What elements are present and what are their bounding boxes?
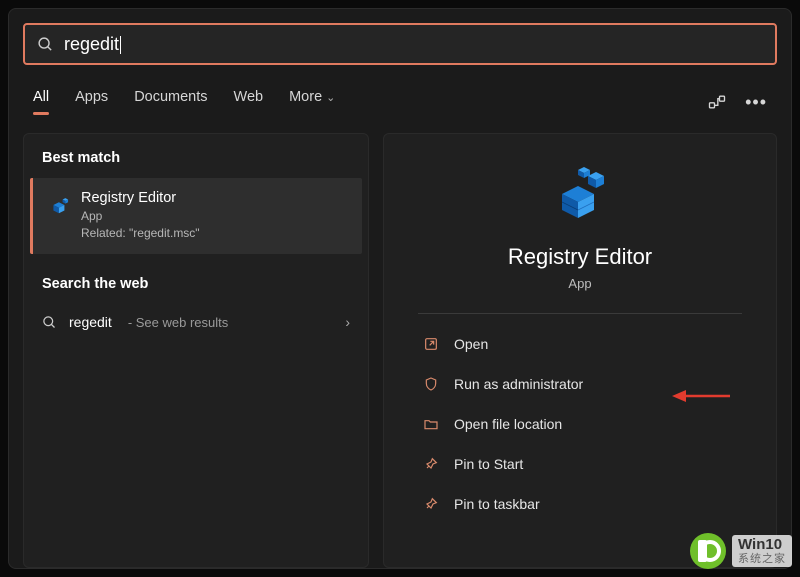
action-pin-start-label: Pin to Start	[454, 456, 523, 472]
chevron-right-icon: ›	[345, 314, 350, 330]
best-match-related: Related: "regedit.msc"	[81, 226, 200, 240]
action-pin-taskbar-label: Pin to taskbar	[454, 496, 540, 512]
divider	[418, 313, 742, 314]
search-web-heading: Search the web	[24, 254, 368, 304]
action-open-loc-label: Open file location	[454, 416, 562, 432]
best-match-subtitle: App	[81, 209, 200, 223]
preview-panel: Registry Editor App Open Run as administ…	[383, 133, 777, 568]
shield-icon	[422, 375, 440, 393]
action-run-admin-label: Run as administrator	[454, 376, 583, 392]
pin-icon	[422, 455, 440, 473]
action-open-label: Open	[454, 336, 488, 352]
action-open[interactable]: Open	[418, 326, 742, 362]
tab-all[interactable]: All	[33, 89, 49, 115]
tab-documents[interactable]: Documents	[134, 89, 207, 115]
start-search-panel: regedit All Apps Documents Web More ⌄ •••…	[8, 8, 792, 569]
tabs-tools: •••	[707, 92, 767, 113]
tab-all-label: All	[33, 89, 49, 105]
tab-apps[interactable]: Apps	[75, 89, 108, 115]
watermark-text: Win10 系统之家	[732, 535, 792, 568]
chevron-down-icon: ⌄	[326, 92, 335, 104]
best-match-item[interactable]: Registry Editor App Related: "regedit.ms…	[30, 178, 362, 254]
watermark-line1: Win10	[738, 537, 786, 554]
tab-more[interactable]: More ⌄	[289, 89, 335, 115]
web-result-item[interactable]: regedit - See web results ›	[24, 304, 368, 340]
watermark-line2: 系统之家	[738, 553, 786, 565]
best-match-title: Registry Editor	[81, 190, 200, 206]
tab-web[interactable]: Web	[234, 89, 264, 115]
registry-editor-icon	[47, 194, 69, 216]
more-options-icon[interactable]: •••	[745, 92, 767, 113]
filter-tabs: All Apps Documents Web More ⌄	[33, 89, 335, 115]
tab-more-label: More	[289, 89, 322, 105]
action-pin-to-start[interactable]: Pin to Start	[418, 446, 742, 482]
search-icon	[42, 315, 57, 330]
tab-web-label: Web	[234, 89, 264, 105]
search-icon	[37, 36, 54, 53]
filter-tabs-row: All Apps Documents Web More ⌄ •••	[23, 89, 777, 115]
tab-apps-label: Apps	[75, 89, 108, 105]
registry-editor-large-icon	[548, 164, 612, 228]
watermark: Win10 系统之家	[690, 533, 792, 569]
action-open-file-location[interactable]: Open file location	[418, 406, 742, 442]
pin-icon	[422, 495, 440, 513]
action-pin-to-taskbar[interactable]: Pin to taskbar	[418, 486, 742, 522]
flow-icon[interactable]	[707, 92, 727, 112]
tab-documents-label: Documents	[134, 89, 207, 105]
watermark-logo-icon	[690, 533, 726, 569]
web-result-term: regedit	[69, 314, 112, 330]
best-match-text: Registry Editor App Related: "regedit.ms…	[81, 190, 200, 240]
preview-subtitle: App	[568, 276, 591, 291]
annotation-arrow-icon	[672, 386, 732, 406]
preview-title: Registry Editor	[508, 244, 652, 270]
results-list-panel: Best match Registry Editor App Rela	[23, 133, 369, 568]
preview-actions: Open Run as administrator Open file loca…	[418, 326, 742, 522]
folder-icon	[422, 415, 440, 433]
search-query-text: regedit	[64, 34, 119, 55]
web-result-hint: - See web results	[128, 315, 228, 330]
content-area: Best match Registry Editor App Rela	[23, 133, 777, 568]
search-box[interactable]: regedit	[23, 23, 777, 65]
preview-header: Registry Editor App	[418, 158, 742, 291]
open-icon	[422, 335, 440, 353]
best-match-heading: Best match	[24, 150, 368, 178]
